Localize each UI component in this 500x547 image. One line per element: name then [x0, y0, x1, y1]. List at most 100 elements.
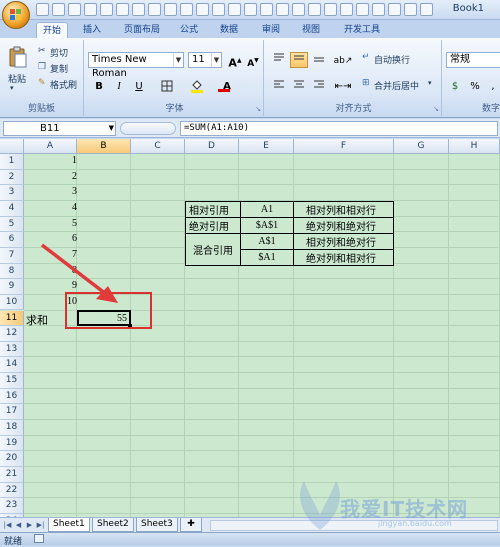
column-header-a[interactable]: A	[24, 139, 77, 154]
undo-icon[interactable]	[52, 3, 65, 16]
ref-example-cell[interactable]: A1	[240, 200, 294, 218]
dialog-launcher-icon[interactable]: ↘	[255, 105, 261, 113]
align-left-button[interactable]	[270, 78, 288, 94]
email-icon[interactable]	[132, 3, 145, 16]
camera-icon[interactable]	[228, 3, 241, 16]
ref-example-cell[interactable]: $A$1	[240, 216, 294, 234]
sheet-tab-sheet3[interactable]: Sheet3	[136, 518, 178, 532]
orientation-button[interactable]: ab↗	[332, 52, 354, 68]
bold-button[interactable]: B	[90, 78, 108, 94]
select-all-button[interactable]	[0, 139, 24, 154]
row-header-19[interactable]: 19	[0, 435, 24, 452]
last-sheet-icon[interactable]: ▶|	[36, 520, 45, 530]
row-header-8[interactable]: 8	[0, 263, 24, 280]
tab-review[interactable]: 审阅	[256, 22, 286, 38]
first-sheet-icon[interactable]: |◀	[3, 520, 12, 530]
print-preview-icon[interactable]	[116, 3, 129, 16]
row-header-6[interactable]: 6	[0, 232, 24, 248]
formula-controls[interactable]	[120, 122, 176, 135]
column-header-e[interactable]: E	[239, 139, 294, 154]
ref-desc-cell[interactable]: 相对列和相对行	[293, 200, 394, 218]
tab-home[interactable]: 开始	[36, 22, 68, 38]
form-icon[interactable]	[276, 3, 289, 16]
hyperlink-icon[interactable]	[324, 3, 337, 16]
row-header-1[interactable]: 1	[0, 154, 24, 170]
worksheet-grid[interactable]: ABCDEFGH 1 2 3 4 5 6 7 8 9 10 11 12 13 14 15 16 17 18 19 20…	[0, 139, 500, 517]
tab-page-layout[interactable]: 页面布局	[114, 22, 170, 38]
tab-developer[interactable]: 开发工具	[336, 22, 388, 38]
picture-icon[interactable]	[356, 3, 369, 16]
row-header-16[interactable]: 16	[0, 388, 24, 405]
row-header-23[interactable]: 23	[0, 498, 24, 514]
number-format-combo[interactable]: 常规	[446, 52, 500, 68]
cell-a1[interactable]: 1	[24, 155, 77, 171]
row-header-12[interactable]: 12	[0, 326, 24, 342]
ref-type-cell-merged[interactable]: 混合引用	[185, 232, 241, 266]
align-top-button[interactable]	[270, 52, 288, 68]
customize-icon[interactable]	[308, 3, 321, 16]
borders-button[interactable]	[154, 78, 180, 94]
dialog-launcher-icon[interactable]: ↘	[433, 105, 439, 113]
underline-button[interactable]: U	[130, 78, 148, 94]
prev-sheet-icon[interactable]: ◀	[14, 520, 23, 530]
column-header-d[interactable]: D	[185, 139, 239, 154]
align-center-button[interactable]	[290, 78, 308, 94]
shape-icon[interactable]	[196, 3, 209, 16]
font-color-button[interactable]: A	[214, 78, 240, 94]
formula-input[interactable]: =SUM(A1:A10)	[180, 121, 498, 136]
tab-insert[interactable]: 插入	[76, 22, 108, 38]
border-icon[interactable]	[180, 3, 193, 16]
cell-a11[interactable]: 求和	[26, 312, 48, 328]
row-header-17[interactable]: 17	[0, 404, 24, 421]
indent-button[interactable]: ⇤⇥	[332, 78, 354, 94]
comma-button[interactable]: ,	[484, 78, 500, 94]
wrap-text-button[interactable]: 自动换行	[374, 53, 410, 66]
office-button[interactable]	[2, 1, 30, 29]
italic-button[interactable]: I	[110, 78, 128, 94]
symbol-icon[interactable]	[388, 3, 401, 16]
more-commands-icon[interactable]	[420, 3, 433, 16]
row-header-22[interactable]: 22	[0, 482, 24, 499]
tab-formulas[interactable]: 公式	[174, 22, 204, 38]
table-icon[interactable]	[340, 3, 353, 16]
row-header-15[interactable]: 15	[0, 373, 24, 389]
row-header-11[interactable]: 11	[0, 310, 24, 327]
open-icon[interactable]	[100, 3, 113, 16]
chart-icon[interactable]	[164, 3, 177, 16]
row-header-10[interactable]: 10	[0, 294, 24, 311]
row-header-13[interactable]: 13	[0, 341, 24, 358]
column-header-h[interactable]: H	[449, 139, 500, 154]
cell-a3[interactable]: 3	[24, 186, 77, 202]
column-header-g[interactable]: G	[394, 139, 449, 154]
chevron-down-icon[interactable]: ▾	[428, 79, 432, 87]
ref-type-cell[interactable]: 相对引用	[185, 200, 241, 218]
sheet-tab-sheet2[interactable]: Sheet2	[92, 518, 134, 532]
sheet-tab-sheet1[interactable]: Sheet1	[48, 518, 90, 532]
cut-button[interactable]: 剪切	[50, 46, 68, 59]
filter-icon[interactable]	[212, 3, 225, 16]
next-sheet-icon[interactable]: ▶	[25, 520, 34, 530]
row-header-9[interactable]: 9	[0, 279, 24, 295]
save-icon[interactable]	[36, 3, 49, 16]
percent-button[interactable]: %	[466, 78, 484, 94]
cell-a2[interactable]: 2	[24, 171, 77, 187]
horizontal-scrollbar[interactable]	[210, 520, 498, 531]
sort-icon[interactable]	[244, 3, 257, 16]
cell-a4[interactable]: 4	[24, 202, 77, 218]
column-header-c[interactable]: C	[131, 139, 185, 154]
ref-type-cell[interactable]: 绝对引用	[185, 216, 241, 234]
new-icon[interactable]	[84, 3, 97, 16]
column-header-f[interactable]: F	[294, 139, 394, 154]
redo-icon[interactable]	[68, 3, 81, 16]
row-header-21[interactable]: 21	[0, 467, 24, 483]
paste-dropdown-icon[interactable]: ▾	[10, 84, 14, 92]
macro-record-icon[interactable]	[34, 534, 44, 543]
column-header-b[interactable]: B	[77, 139, 131, 154]
ref-desc-cell[interactable]: 绝对列和相对行	[293, 248, 394, 266]
calc-icon[interactable]	[404, 3, 417, 16]
zoom-icon[interactable]	[260, 3, 273, 16]
row-header-5[interactable]: 5	[0, 216, 24, 233]
ref-example-cell[interactable]: $A1	[240, 248, 294, 266]
row-header-18[interactable]: 18	[0, 420, 24, 436]
align-middle-button[interactable]	[290, 52, 308, 68]
